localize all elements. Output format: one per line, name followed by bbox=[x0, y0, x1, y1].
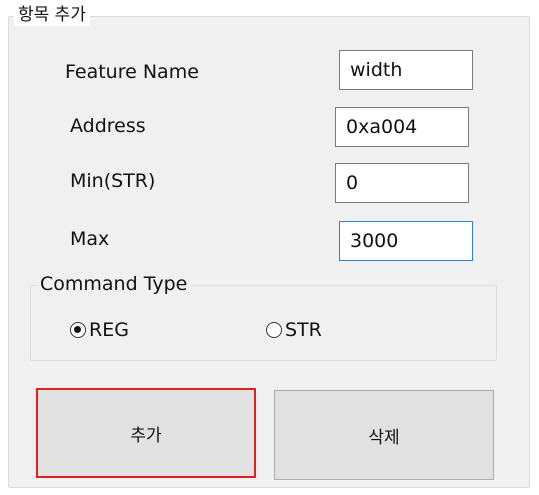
delete-button[interactable]: 삭제 bbox=[274, 390, 494, 480]
radio-str-label[interactable]: STR bbox=[285, 318, 322, 342]
feature-name-label: Feature Name bbox=[65, 61, 199, 83]
max-label: Max bbox=[70, 228, 110, 250]
address-label: Address bbox=[70, 115, 146, 137]
radio-reg-circle[interactable] bbox=[70, 322, 86, 338]
radio-str[interactable]: STR bbox=[266, 318, 322, 342]
address-input[interactable] bbox=[335, 107, 469, 147]
radio-reg[interactable]: REG bbox=[70, 318, 129, 342]
add-item-panel: 항목 추가 Feature Name Address Min(STR) Max … bbox=[0, 0, 539, 495]
add-button[interactable]: 추가 bbox=[36, 388, 256, 478]
feature-name-input[interactable] bbox=[339, 50, 473, 90]
radio-str-circle[interactable] bbox=[266, 322, 282, 338]
command-type-title: Command Type bbox=[36, 271, 192, 297]
radio-reg-label[interactable]: REG bbox=[89, 318, 129, 342]
add-item-group-title: 항목 추가 bbox=[14, 4, 90, 26]
min-str-label: Min(STR) bbox=[70, 170, 156, 192]
min-str-input[interactable] bbox=[335, 163, 469, 203]
max-input[interactable] bbox=[339, 221, 473, 261]
